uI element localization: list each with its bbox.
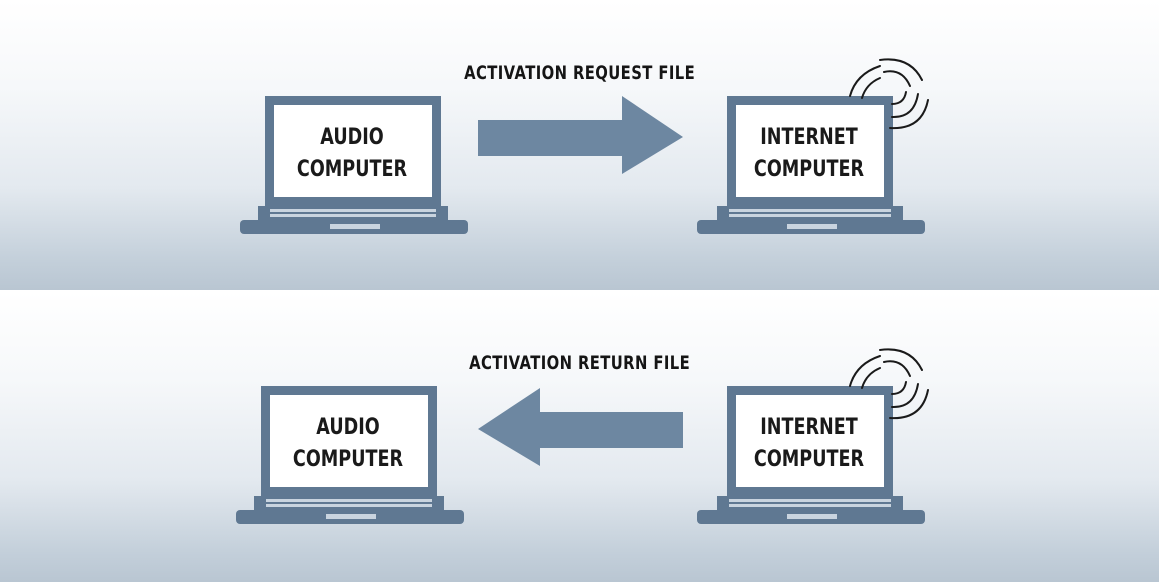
wifi-signal-icon [849, 348, 929, 420]
wifi-signal-icon [849, 58, 929, 130]
